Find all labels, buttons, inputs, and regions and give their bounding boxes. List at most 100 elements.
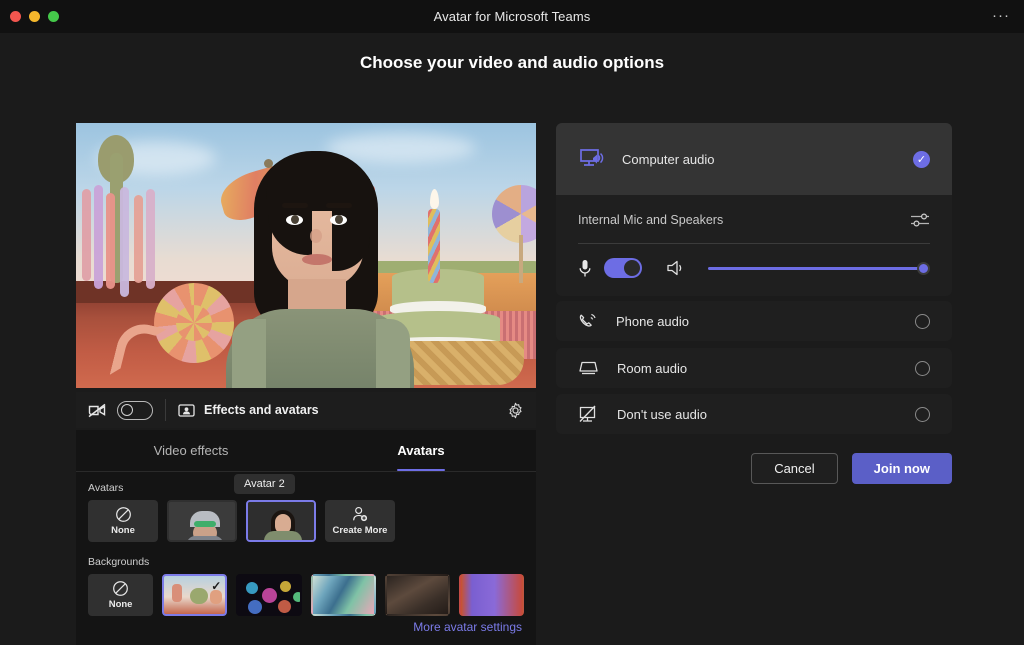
microphone-icon[interactable] bbox=[578, 259, 592, 278]
phone-audio-option[interactable]: Phone audio bbox=[556, 301, 952, 341]
background-option-candy-party[interactable]: ✓ bbox=[162, 574, 228, 616]
background-option-abstract[interactable] bbox=[310, 574, 376, 616]
avatar-pupil-left bbox=[291, 215, 299, 224]
avatar-option-2[interactable] bbox=[246, 500, 316, 542]
microphone-toggle[interactable] bbox=[604, 258, 642, 278]
bokeh-dot bbox=[280, 581, 292, 592]
bokeh-dot bbox=[246, 582, 259, 594]
streamer bbox=[82, 189, 91, 281]
avatar-option-none[interactable]: None bbox=[88, 500, 158, 542]
settings-divider bbox=[578, 243, 930, 244]
phone-audio-radio[interactable] bbox=[915, 313, 930, 329]
microphone-toggle-knob bbox=[624, 260, 640, 276]
circle-slash-icon bbox=[112, 580, 129, 597]
speaker-icon[interactable] bbox=[666, 259, 686, 277]
backgrounds-section-label: Backgrounds bbox=[88, 556, 150, 568]
room-audio-label: Room audio bbox=[617, 360, 688, 376]
dont-use-audio-radio[interactable] bbox=[915, 406, 930, 422]
avatar-nose bbox=[310, 229, 322, 243]
avatar-sleeve-left bbox=[232, 319, 266, 388]
avatar-brow-right bbox=[326, 203, 352, 208]
sliders-icon[interactable] bbox=[910, 211, 930, 229]
candle bbox=[428, 209, 440, 283]
avatar-thumbnail-1 bbox=[169, 502, 235, 540]
tab-video-effects[interactable]: Video effects bbox=[76, 430, 306, 471]
background-option-bokeh[interactable] bbox=[236, 574, 302, 616]
avatar-option-create-more[interactable]: Create More bbox=[325, 500, 395, 542]
computer-audio-selected-check-icon[interactable]: ✓ bbox=[913, 150, 930, 168]
streamer bbox=[94, 185, 103, 289]
background-option-purple-room[interactable] bbox=[458, 574, 525, 616]
preview-toolbar: Effects and avatars bbox=[76, 392, 536, 428]
avatar-thumbnail-2 bbox=[248, 502, 314, 540]
cancel-button[interactable]: Cancel bbox=[751, 453, 838, 484]
computer-audio-option[interactable]: Computer audio ✓ bbox=[556, 123, 952, 195]
candle-flame bbox=[430, 189, 439, 209]
avatar-lips bbox=[302, 254, 332, 265]
close-window-button[interactable] bbox=[10, 11, 21, 22]
camera-toggle[interactable] bbox=[117, 400, 153, 420]
room-audio-option[interactable]: Room audio bbox=[556, 348, 952, 388]
room-audio-radio[interactable] bbox=[915, 360, 930, 376]
computer-audio-card: Computer audio ✓ Internal Mic and Speake… bbox=[556, 123, 952, 296]
person-in-frame-icon bbox=[178, 403, 195, 418]
monitor-slash-icon bbox=[578, 405, 599, 424]
camera-toggle-knob bbox=[121, 404, 133, 416]
effects-and-avatars-label[interactable]: Effects and avatars bbox=[204, 403, 319, 417]
bokeh-dot bbox=[293, 592, 300, 602]
avatar-option-none-label: None bbox=[111, 525, 135, 536]
join-now-button[interactable]: Join now bbox=[851, 453, 952, 484]
effects-panel: Avatar 2 Avatars None Create More Backgr… bbox=[76, 472, 536, 645]
dont-use-audio-label: Don't use audio bbox=[617, 406, 707, 422]
avatars-section-label: Avatars bbox=[88, 482, 124, 494]
circle-slash-icon bbox=[115, 506, 132, 523]
audio-controls bbox=[578, 258, 930, 278]
person-add-icon bbox=[351, 506, 369, 523]
pinwheel-stick bbox=[519, 235, 523, 283]
avatars-row: None Create More bbox=[88, 500, 524, 542]
audio-device-name: Internal Mic and Speakers bbox=[578, 213, 724, 227]
video-preview bbox=[76, 123, 536, 388]
maximize-window-button[interactable] bbox=[48, 11, 59, 22]
more-avatar-settings-link[interactable]: More avatar settings bbox=[413, 620, 522, 634]
avatar-sleeve-right bbox=[376, 319, 410, 388]
window-controls[interactable] bbox=[10, 11, 59, 22]
background-selected-check-icon: ✓ bbox=[211, 579, 222, 593]
bokeh-dot bbox=[278, 600, 292, 613]
background-option-none-label: None bbox=[108, 599, 133, 610]
effects-tabs: Video effects Avatars bbox=[76, 430, 536, 472]
page-title: Choose your video and audio options bbox=[359, 53, 665, 72]
background-option-none[interactable]: None bbox=[88, 574, 154, 616]
monitor-speaker-icon bbox=[578, 147, 604, 171]
avatar-option-create-more-label: Create More bbox=[332, 525, 388, 536]
computer-audio-label: Computer audio bbox=[622, 151, 715, 167]
camera-off-icon[interactable] bbox=[88, 403, 107, 418]
minimize-window-button[interactable] bbox=[29, 11, 40, 22]
volume-slider[interactable] bbox=[708, 260, 930, 276]
title-bar: Avatar for Microsoft Teams ··· bbox=[0, 0, 1024, 33]
audio-device-line: Internal Mic and Speakers bbox=[578, 211, 930, 229]
phone-audio-label: Phone audio bbox=[616, 313, 690, 329]
bokeh-dot bbox=[262, 588, 278, 603]
window-title: Avatar for Microsoft Teams bbox=[433, 9, 591, 24]
volume-slider-thumb[interactable] bbox=[917, 262, 930, 275]
toolbar-divider bbox=[165, 399, 166, 421]
dont-use-audio-option[interactable]: Don't use audio bbox=[556, 394, 952, 434]
tab-avatars[interactable]: Avatars bbox=[306, 430, 536, 471]
avatar-brow-left bbox=[282, 203, 308, 208]
room-icon bbox=[578, 359, 599, 377]
bokeh-dot bbox=[248, 600, 263, 614]
background-option-dark-room[interactable] bbox=[384, 574, 450, 616]
avatar-tooltip: Avatar 2 bbox=[234, 474, 295, 494]
avatar-pupil-right bbox=[335, 215, 343, 224]
avatar-option-1[interactable] bbox=[167, 500, 237, 542]
more-options-icon[interactable]: ··· bbox=[992, 8, 1010, 23]
streamer bbox=[134, 195, 143, 283]
lollipop-core bbox=[176, 305, 212, 341]
streamer bbox=[106, 193, 115, 289]
volume-slider-track bbox=[708, 267, 922, 270]
backgrounds-row: None ✓ bbox=[88, 574, 525, 616]
gear-icon[interactable] bbox=[507, 402, 524, 419]
audio-device-settings: Internal Mic and Speakers bbox=[556, 195, 952, 278]
action-buttons: Cancel Join now bbox=[751, 453, 952, 484]
